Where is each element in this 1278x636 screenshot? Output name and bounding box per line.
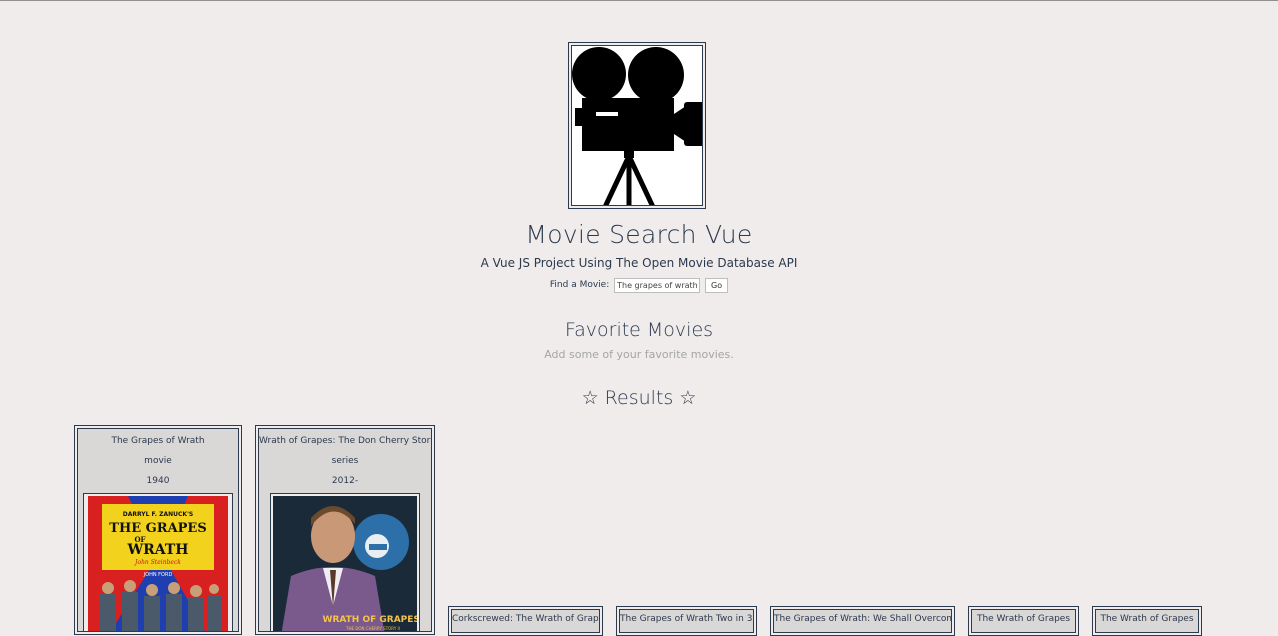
top-border (0, 0, 1278, 1)
result-year: 1940 (146, 476, 170, 486)
result-card[interactable]: Wrath of Grapes: The Don Cherry Story II… (255, 425, 435, 635)
result-poster[interactable]: DARRYL F. ZANUCK'S THE GRAPES OF WRATH J… (83, 493, 233, 631)
poster-title-line1: WRATH OF GRAPES: (323, 615, 417, 625)
search-bar: Find a Movie: Go (0, 277, 1278, 293)
result-card[interactable]: The Wrath of Grapes (1092, 606, 1202, 636)
result-title: The Grapes of Wrath (111, 436, 205, 446)
result-card[interactable]: The Grapes of Wrath movie 1940 DARRYL F.… (74, 425, 242, 635)
poster-director: JOHN FORD (143, 572, 173, 578)
result-title: Corkscrewed: The Wrath of Grapes (452, 614, 600, 624)
result-title: The Grapes of Wrath Two in 3D (620, 614, 754, 624)
result-card[interactable]: Corkscrewed: The Wrath of Grapes (448, 606, 603, 636)
result-card[interactable]: The Wrath of Grapes (968, 606, 1079, 636)
poster-credit: DARRYL F. ZANUCK'S (123, 511, 193, 518)
logo (568, 42, 706, 209)
poster-image: DARRYL F. ZANUCK'S THE GRAPES OF WRATH J… (88, 496, 228, 631)
poster-image: WRATH OF GRAPES: THE DON CHERRY STORY II (273, 496, 417, 631)
result-card[interactable]: The Grapes of Wrath Two in 3D (616, 606, 757, 636)
result-type: movie (144, 456, 172, 466)
page-subtitle: A Vue JS Project Using The Open Movie Da… (480, 256, 798, 270)
favorites-empty-note: Add some of your favorite movies. (544, 348, 734, 361)
result-title: The Wrath of Grapes (1100, 614, 1194, 624)
page-title: Movie Search Vue (525, 220, 753, 249)
favorites-heading: Favorite Movies (564, 319, 714, 341)
poster-title-line3: WRATH (126, 542, 188, 558)
go-button[interactable]: Go (705, 277, 729, 293)
poster-author: John Steinbeck (133, 559, 181, 566)
movie-camera-icon (572, 47, 702, 205)
result-title: The Wrath of Grapes (976, 614, 1071, 624)
result-poster[interactable]: WRATH OF GRAPES: THE DON CHERRY STORY II (270, 493, 420, 631)
result-type: series (331, 456, 359, 466)
search-label: Find a Movie: (549, 280, 610, 290)
result-title: The Grapes of Wrath: We Shall Overcome (774, 614, 952, 624)
search-input[interactable] (614, 277, 701, 293)
result-title: Wrath of Grapes: The Don Cherry Story II (259, 436, 432, 446)
result-year: 2012- (331, 476, 359, 486)
results-heading: ☆ Results ☆ (581, 387, 697, 409)
poster-title-line1: THE GRAPES (109, 521, 206, 536)
result-card[interactable]: The Grapes of Wrath: We Shall Overcome (770, 606, 955, 636)
